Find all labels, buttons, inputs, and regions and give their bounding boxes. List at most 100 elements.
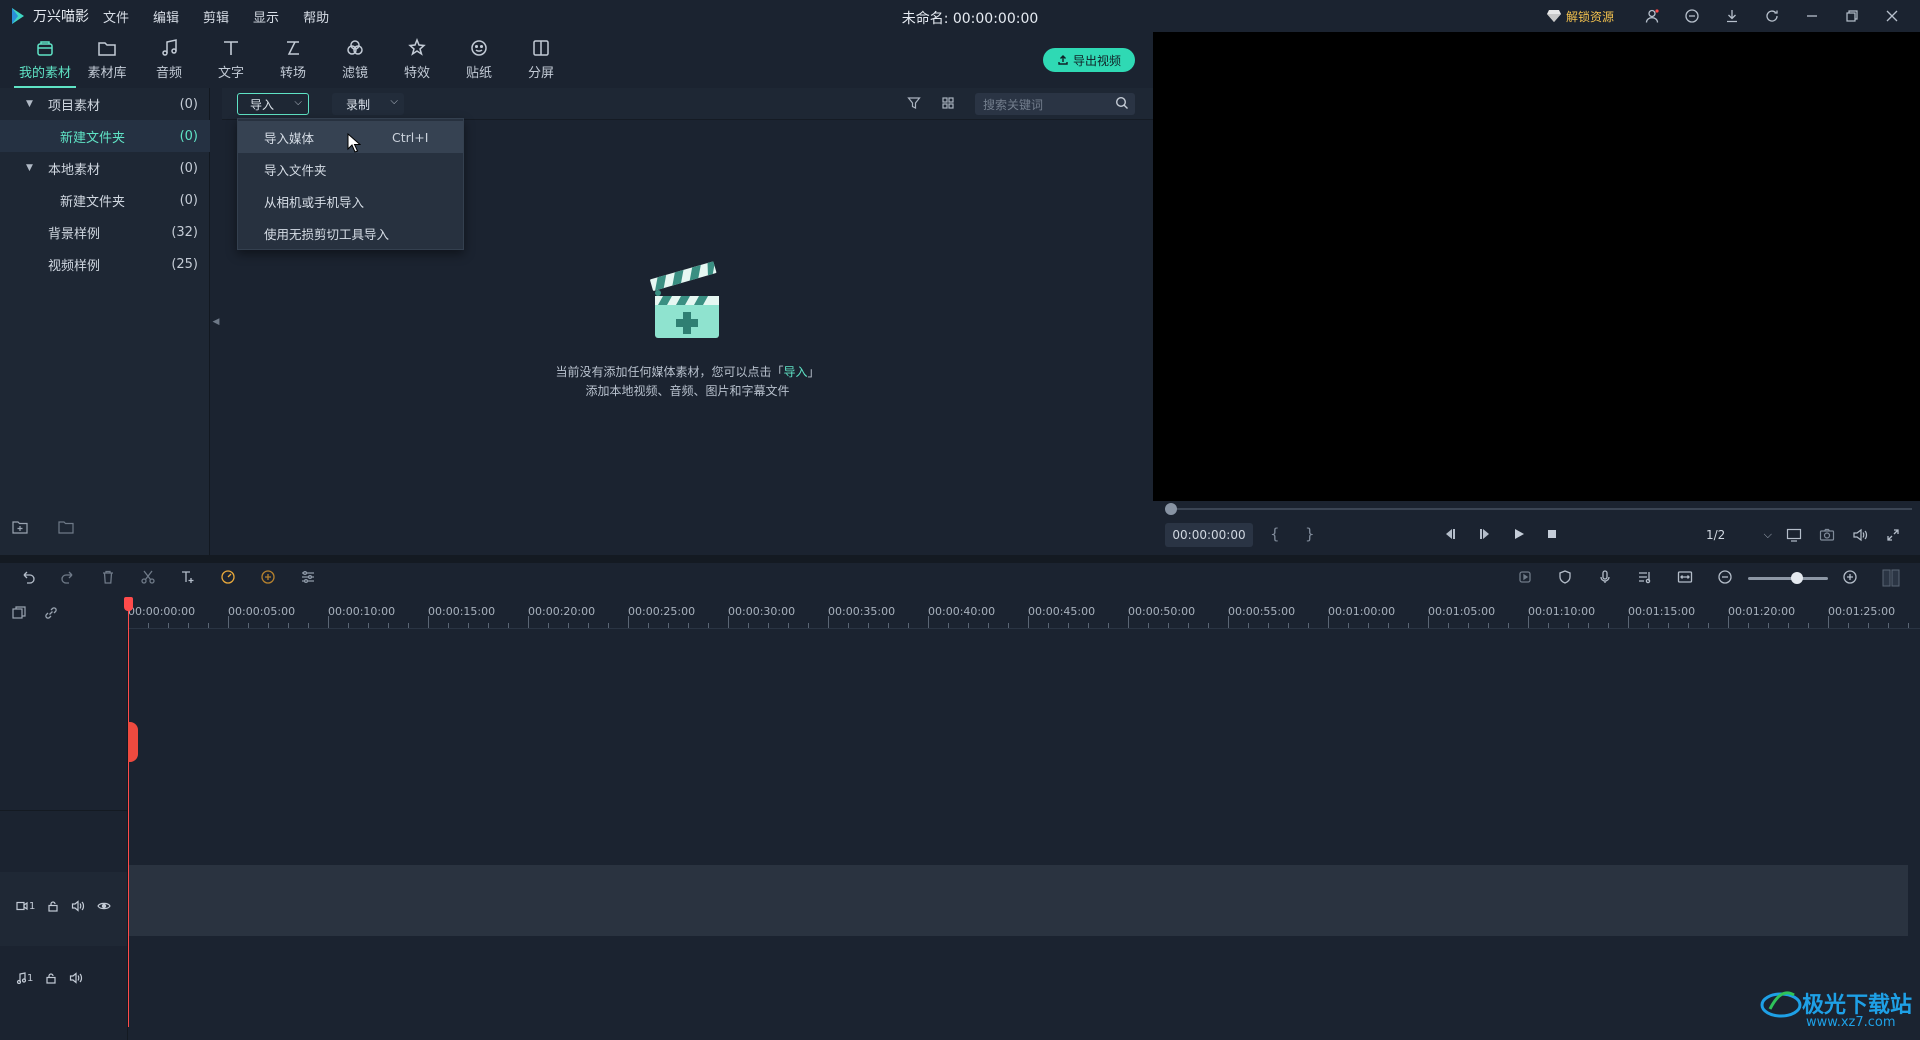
- timeline-empty-area[interactable]: [128, 630, 1908, 872]
- tree-item-project-media[interactable]: ▼ 项目素材 (0): [0, 88, 210, 120]
- refresh-icon[interactable]: [1752, 0, 1792, 32]
- audio-track-head: 1: [0, 946, 128, 1040]
- zoom-slider-track[interactable]: [1748, 577, 1828, 580]
- message-icon[interactable]: [1672, 0, 1712, 32]
- empty-import-link[interactable]: 导入: [783, 365, 807, 379]
- delete-icon[interactable]: [100, 569, 116, 585]
- redo-icon[interactable]: [60, 569, 76, 585]
- tool-effects[interactable]: 特效: [386, 32, 448, 88]
- tree-item-new-folder[interactable]: 新建文件夹 (0): [0, 120, 210, 152]
- tool-audio[interactable]: 音频: [138, 32, 200, 88]
- mark-in-button[interactable]: {: [1270, 525, 1280, 543]
- account-icon[interactable]: [1632, 0, 1672, 32]
- tree-item-local-new-folder[interactable]: 新建文件夹 (0): [0, 184, 210, 216]
- stop-icon[interactable]: [1546, 528, 1558, 540]
- play-icon[interactable]: [1513, 528, 1525, 540]
- collapse-panel-handle[interactable]: ◀: [211, 88, 221, 555]
- audio-track-lane[interactable]: [128, 946, 1908, 1040]
- menu-file[interactable]: 文件: [103, 7, 129, 26]
- folder-icon: [98, 42, 116, 56]
- ruler-time-label: 00:01:15:00: [1628, 605, 1696, 618]
- eye-icon[interactable]: [97, 900, 112, 912]
- undo-icon[interactable]: [20, 569, 36, 585]
- display-settings-icon[interactable]: [1786, 528, 1802, 542]
- menu-item-import-lossless-cut[interactable]: 使用无损剪切工具导入: [238, 217, 463, 249]
- menu-item-import-folder[interactable]: 导入文件夹: [238, 153, 463, 185]
- tool-text[interactable]: 文字: [200, 32, 262, 88]
- video-track-number: 1: [29, 900, 36, 912]
- zoom-out-icon[interactable]: [1717, 569, 1733, 585]
- video-track-lane[interactable]: [128, 865, 1908, 936]
- close-icon[interactable]: [1872, 0, 1912, 32]
- ruler-tick: [288, 623, 289, 628]
- snapshot-camera-icon[interactable]: [1819, 528, 1835, 542]
- adjust-sliders-icon[interactable]: [300, 569, 316, 585]
- expand-arrow-icon[interactable]: ▼: [26, 163, 33, 173]
- expand-arrow-icon[interactable]: ▼: [26, 99, 33, 109]
- export-video-button[interactable]: 导出视频: [1043, 48, 1135, 72]
- playhead-line[interactable]: [128, 597, 129, 1027]
- add-track-icon[interactable]: [11, 605, 27, 621]
- new-folder-icon[interactable]: [12, 520, 28, 534]
- fit-timeline-icon[interactable]: [1677, 569, 1693, 585]
- marker-shield-icon[interactable]: [1557, 569, 1573, 585]
- menu-item-label: 导入文件夹: [264, 162, 327, 178]
- tree-item-video-samples[interactable]: 视频样例 (25): [0, 248, 210, 280]
- link-icon[interactable]: [43, 605, 59, 621]
- cut-icon[interactable]: [140, 569, 156, 585]
- playhead-side-tab[interactable]: [128, 722, 138, 762]
- ruler-tick: [1688, 623, 1689, 628]
- menu-help[interactable]: 帮助: [303, 7, 329, 26]
- tool-split-screen[interactable]: 分屏: [510, 32, 572, 88]
- folder-icon[interactable]: [58, 520, 74, 534]
- text-add-icon[interactable]: [180, 569, 196, 585]
- menu-item-label: 使用无损剪切工具导入: [264, 226, 390, 242]
- ruler-tick: [1288, 623, 1289, 628]
- preview-viewer[interactable]: [1153, 32, 1920, 501]
- step-forward-icon[interactable]: [1478, 528, 1492, 540]
- lock-icon[interactable]: [45, 972, 57, 984]
- title-bar: 万兴喵影 文件 编辑 剪辑 显示 帮助 未命名: 00:00:00:00 解锁资…: [0, 0, 1920, 32]
- menu-item-import-from-camera[interactable]: 从相机或手机导入: [238, 185, 463, 217]
- download-icon[interactable]: [1712, 0, 1752, 32]
- zoom-slider-knob[interactable]: [1791, 572, 1803, 584]
- playhead-handle[interactable]: [124, 597, 133, 611]
- timeline-ruler[interactable]: 00:00:00:00 00:00:05:00 00:00:10:00 00:00:1…: [128, 597, 1920, 629]
- color-correction-icon[interactable]: [260, 569, 276, 585]
- step-back-icon[interactable]: [1443, 528, 1457, 540]
- ruler-tick: [1368, 623, 1369, 628]
- mute-speaker-icon[interactable]: [69, 972, 83, 984]
- preview-quality-select[interactable]: 1/2 ⌵: [1696, 523, 1776, 547]
- tool-media-library[interactable]: 素材库: [76, 32, 138, 88]
- zoom-in-icon[interactable]: [1842, 569, 1858, 585]
- restore-icon[interactable]: [1832, 0, 1872, 32]
- mark-out-button[interactable]: }: [1305, 525, 1315, 543]
- fullscreen-icon[interactable]: [1886, 528, 1900, 542]
- tree-item-local-media[interactable]: ▼ 本地素材 (0): [0, 152, 210, 184]
- tool-my-media[interactable]: 我的素材: [14, 32, 76, 88]
- menu-view[interactable]: 显示: [253, 7, 279, 26]
- unlock-resources-button[interactable]: 解锁资源: [1546, 8, 1614, 25]
- mute-speaker-icon[interactable]: [71, 900, 85, 912]
- seekbar-knob[interactable]: [1165, 503, 1177, 515]
- clapperboard-add-icon[interactable]: [647, 260, 727, 345]
- lock-icon[interactable]: [47, 900, 59, 912]
- tool-sticker[interactable]: 贴纸: [448, 32, 510, 88]
- tool-transition[interactable]: 转场: [262, 32, 324, 88]
- panel-layout-icon[interactable]: [1882, 569, 1900, 587]
- speed-icon[interactable]: [220, 569, 236, 585]
- volume-icon[interactable]: [1852, 528, 1868, 542]
- preview-seekbar[interactable]: [1168, 508, 1912, 510]
- app-window: 万兴喵影 文件 编辑 剪辑 显示 帮助 未命名: 00:00:00:00 解锁资…: [0, 0, 1920, 1040]
- tree-item-background-samples[interactable]: 背景样例 (32): [0, 216, 210, 248]
- ruler-tick: [188, 623, 189, 628]
- tool-filter[interactable]: 滤镜: [324, 32, 386, 88]
- watermark-url: www.xz7.com: [1806, 1015, 1896, 1030]
- render-preview-icon[interactable]: [1517, 569, 1533, 585]
- menu-clip[interactable]: 剪辑: [203, 7, 229, 26]
- minimize-icon[interactable]: [1792, 0, 1832, 32]
- microphone-icon[interactable]: [1597, 569, 1613, 585]
- menu-edit[interactable]: 编辑: [153, 7, 179, 26]
- audio-mixer-icon[interactable]: [1637, 569, 1653, 585]
- panel-divider[interactable]: [0, 555, 1920, 563]
